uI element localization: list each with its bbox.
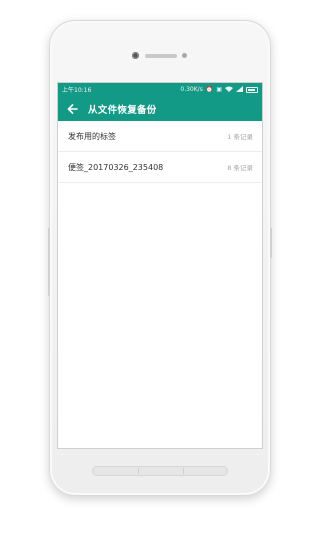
earpiece-speaker <box>145 54 177 58</box>
app-bar: 从文件恢复备份 <box>58 96 262 121</box>
network-speed: 0.30K/s <box>180 86 203 93</box>
screen: 上午10:16 0.30K/s ⏰ ▣ 从文件恢复备份 发布用的标签 1 条记录 <box>57 82 263 449</box>
volume-button <box>48 228 50 296</box>
hardware-nav-keys[interactable] <box>92 466 228 476</box>
power-button <box>270 228 272 258</box>
status-bar: 上午10:16 0.30K/s ⏰ ▣ <box>58 83 262 96</box>
status-indicators: 0.30K/s ⏰ ▣ <box>180 85 258 94</box>
backup-name: 便签_20170326_235408 <box>68 162 164 172</box>
list-item[interactable]: 便签_20170326_235408 8 条记录 <box>58 152 262 183</box>
arrow-left-icon[interactable] <box>66 103 78 115</box>
signal-icon <box>236 85 243 94</box>
page-title: 从文件恢复备份 <box>88 104 157 116</box>
list-item[interactable]: 发布用的标签 1 条记录 <box>58 121 262 152</box>
proximity-sensor <box>182 53 187 58</box>
status-time: 上午10:16 <box>62 87 92 94</box>
battery-icon <box>246 86 258 93</box>
alarm-icon: ⏰ <box>205 85 214 93</box>
front-camera <box>132 52 139 59</box>
backup-name: 发布用的标签 <box>68 131 116 141</box>
record-count: 8 条记录 <box>227 164 253 172</box>
record-count: 1 条记录 <box>227 133 253 141</box>
vibrate-icon: ▣ <box>216 85 222 93</box>
wifi-icon <box>225 86 233 94</box>
backup-list: 发布用的标签 1 条记录 便签_20170326_235408 8 条记录 <box>58 121 262 183</box>
